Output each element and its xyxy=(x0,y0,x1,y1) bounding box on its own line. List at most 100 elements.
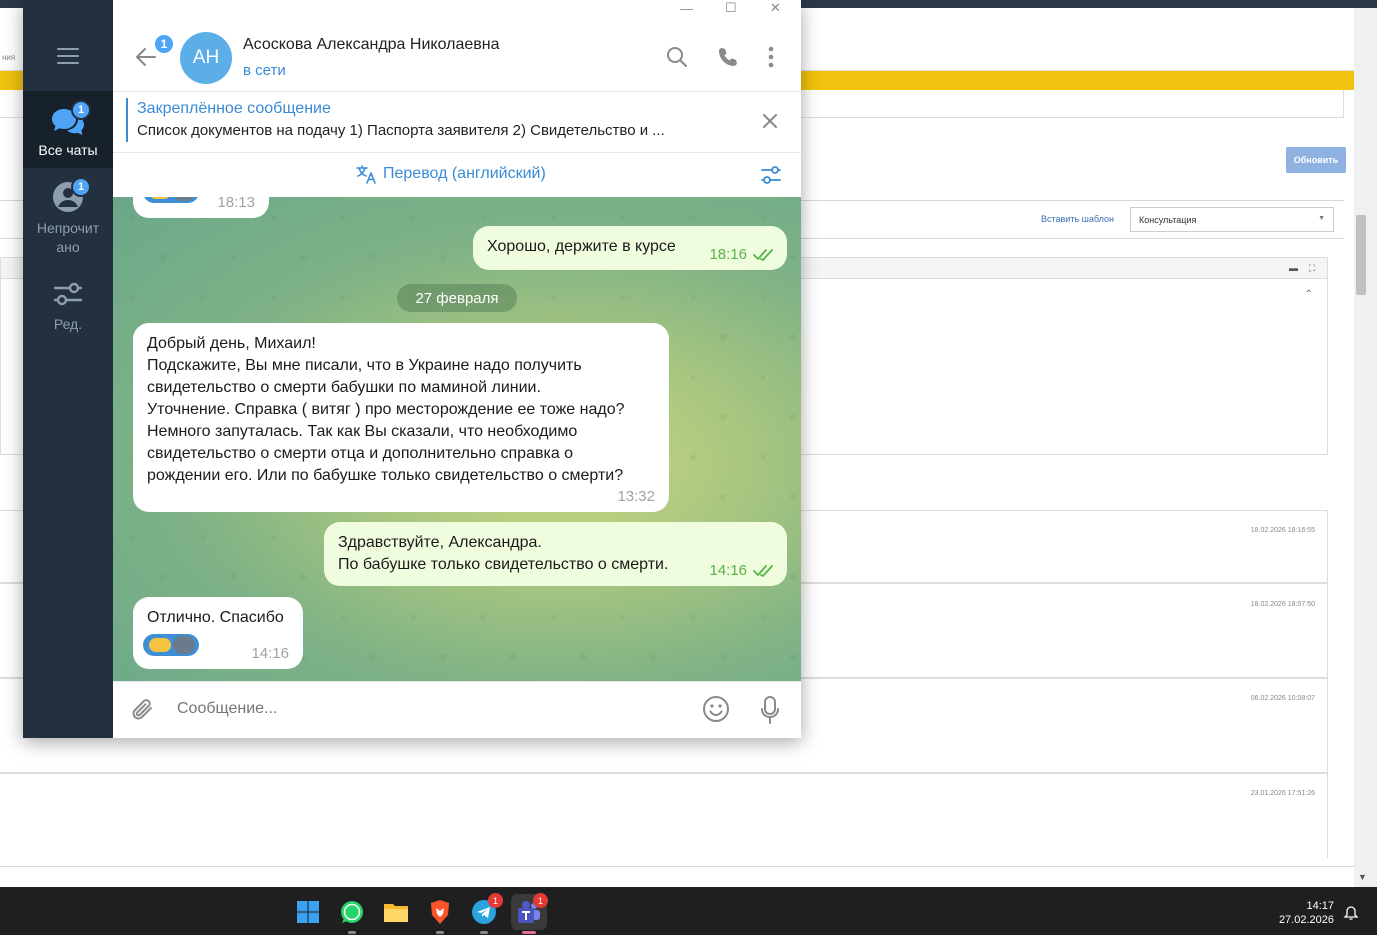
folder-edit[interactable]: Ред. xyxy=(23,270,113,340)
double-check-icon xyxy=(753,565,773,577)
message-line: Здравствуйте, Александра. xyxy=(338,534,542,551)
microphone-icon[interactable] xyxy=(760,695,780,725)
message-composer xyxy=(113,681,801,738)
hamburger-menu-icon[interactable] xyxy=(57,48,79,64)
edit-filters-icon xyxy=(53,282,83,306)
close-icon[interactable] xyxy=(761,112,779,130)
double-check-icon xyxy=(753,249,773,261)
crm-tab-fragment[interactable]: ния xyxy=(2,53,15,62)
telegram-window: 1 Все чаты 1 Непрочит ано Ред. — ☐ ✕ 1 А… xyxy=(23,0,801,738)
message-bubble-outgoing[interactable]: Здравствуйте, Александра. По бабушке тол… xyxy=(324,522,787,586)
search-icon[interactable] xyxy=(666,46,688,68)
message-text: Отлично. Спасибо xyxy=(147,609,284,626)
message-line: свидетельство о смерти отца и дополнител… xyxy=(147,445,574,462)
clock-date: 27.02.2026 xyxy=(1278,914,1334,926)
message-time: 18:16 xyxy=(709,246,747,263)
message-bubble-incoming[interactable]: 18:13 xyxy=(133,197,269,218)
avatar[interactable]: АН xyxy=(180,32,232,84)
back-unread-badge: 1 xyxy=(153,33,175,55)
message-line: Добрый день, Михаил! xyxy=(147,335,316,352)
folder-label: Непрочит ано xyxy=(36,220,100,255)
chat-header: 1 АН Асоскова Александра Николаевна в се… xyxy=(113,20,801,92)
more-vertical-icon[interactable] xyxy=(767,46,775,68)
insert-template-link[interactable]: Вставить шаблон xyxy=(1041,214,1114,224)
row-date: 18.02.2026 18:16:55 xyxy=(1250,527,1315,534)
online-status: в сети xyxy=(243,62,286,79)
source-icon[interactable]: ▬ xyxy=(1289,263,1298,273)
telegram-icon[interactable]: 1 xyxy=(471,893,503,934)
chat-pane: — ☐ ✕ 1 АН Асоскова Александра Николаевн… xyxy=(113,0,801,738)
message-list[interactable]: 18:13 Хорошо, держите в курсе 18:16 27 ф… xyxy=(113,197,801,681)
chevron-up-icon[interactable]: ⌃ xyxy=(1305,289,1313,300)
message-line: свидетельство о смерти бабушки по мамино… xyxy=(147,379,541,396)
running-indicator xyxy=(480,931,488,934)
message-bubble-outgoing[interactable]: Хорошо, держите в курсе 18:16 xyxy=(473,226,787,270)
clock-time: 14:17 xyxy=(1306,900,1334,912)
message-input[interactable] xyxy=(177,700,677,718)
message-text: Хорошо, держите в курсе xyxy=(487,238,676,255)
pinned-text: Список документов на подачу 1) Паспорта … xyxy=(137,122,665,139)
message-time: 14:16 xyxy=(251,645,289,662)
row-date: 23.01.2026 17:51:26 xyxy=(1250,790,1315,797)
close-window-icon[interactable]: ✕ xyxy=(770,0,781,16)
running-indicator xyxy=(436,931,444,934)
window-titlebar[interactable]: — ☐ ✕ xyxy=(113,0,801,20)
message-line: Уточнение. Справка ( витяг ) про месторо… xyxy=(147,401,625,418)
pinned-title: Закреплённое сообщение xyxy=(137,100,331,117)
translate-label: Перевод (английский) xyxy=(383,165,546,182)
translate-icon xyxy=(356,165,376,184)
folders-rail: 1 Все чаты 1 Непрочит ано Ред. xyxy=(23,0,113,738)
pinned-message-bar[interactable]: Закреплённое сообщение Список документов… xyxy=(113,92,801,153)
unread-count-badge: 1 xyxy=(71,177,91,197)
taskbar-badge: 1 xyxy=(488,893,503,908)
notification-bell-icon[interactable] xyxy=(1343,905,1359,921)
folder-unread[interactable]: 1 Непрочит ано xyxy=(23,168,113,268)
message-line: Немного запуталась. Так как Вы сказали, … xyxy=(147,423,578,440)
message-time: 13:32 xyxy=(617,488,655,505)
page-scrollbar[interactable] xyxy=(1354,8,1377,887)
chat-title[interactable]: Асоскова Александра Николаевна xyxy=(243,36,499,54)
chevron-down-icon: ▼ xyxy=(1318,215,1325,222)
file-explorer-icon[interactable] xyxy=(383,899,409,925)
row-date: 06.02.2026 10:08:07 xyxy=(1250,695,1315,702)
brave-browser-icon[interactable] xyxy=(427,899,453,934)
handshake-sticker xyxy=(143,197,199,203)
scroll-down-arrow-icon[interactable]: ▼ xyxy=(1358,872,1367,882)
message-bubble-incoming[interactable]: Отлично. Спасибо 14:16 xyxy=(133,597,303,669)
fullscreen-icon[interactable]: ⛶ xyxy=(1309,263,1315,274)
unread-count-badge: 1 xyxy=(71,100,91,120)
message-time: 18:13 xyxy=(217,197,255,211)
message-line: По бабушке только свидетельство о смерти… xyxy=(338,556,669,573)
divider xyxy=(0,866,1354,867)
taskbar-badge: 1 xyxy=(533,893,548,908)
message-time: 14:16 xyxy=(709,562,747,579)
handshake-sticker xyxy=(143,634,199,656)
folder-all-chats[interactable]: 1 Все чаты xyxy=(23,91,113,168)
whatsapp-icon[interactable] xyxy=(339,899,365,934)
minimize-icon[interactable]: — xyxy=(680,1,693,16)
maximize-icon[interactable]: ☐ xyxy=(725,0,737,16)
message-line: Подскажите, Вы мне писали, что в Украине… xyxy=(147,357,582,374)
teams-icon[interactable]: 1 xyxy=(511,893,548,934)
folder-label: Ред. xyxy=(53,316,83,332)
message-line: рождении его. Или по бабушке только свид… xyxy=(147,467,624,484)
attach-icon[interactable] xyxy=(130,696,156,724)
translate-settings-icon[interactable] xyxy=(760,164,782,186)
windows-start-icon[interactable] xyxy=(295,899,321,925)
translate-button[interactable]: Перевод (английский) xyxy=(355,164,546,184)
row-date: 18.02.2026 18:07:50 xyxy=(1250,601,1315,608)
windows-taskbar: 1 1 14:17 27.02.2026 xyxy=(0,887,1377,935)
history-row[interactable]: 23.01.2026 17:51:26 xyxy=(0,773,1328,858)
template-select[interactable]: Консультация ▼ xyxy=(1130,207,1334,232)
message-bubble-incoming[interactable]: Добрый день, Михаил! Подскажите, Вы мне … xyxy=(133,323,669,512)
refresh-button[interactable]: Обновить xyxy=(1286,147,1346,173)
scrollbar-thumb[interactable] xyxy=(1356,215,1366,295)
phone-icon[interactable] xyxy=(717,46,739,68)
running-indicator xyxy=(348,931,356,934)
system-clock[interactable]: 14:17 27.02.2026 xyxy=(1279,899,1334,927)
running-indicator xyxy=(522,931,536,934)
template-select-value: Консультация xyxy=(1139,215,1197,225)
translate-bar[interactable]: Перевод (английский) xyxy=(113,153,801,197)
date-separator: 27 февраля xyxy=(397,284,517,312)
emoji-icon[interactable] xyxy=(702,695,730,723)
